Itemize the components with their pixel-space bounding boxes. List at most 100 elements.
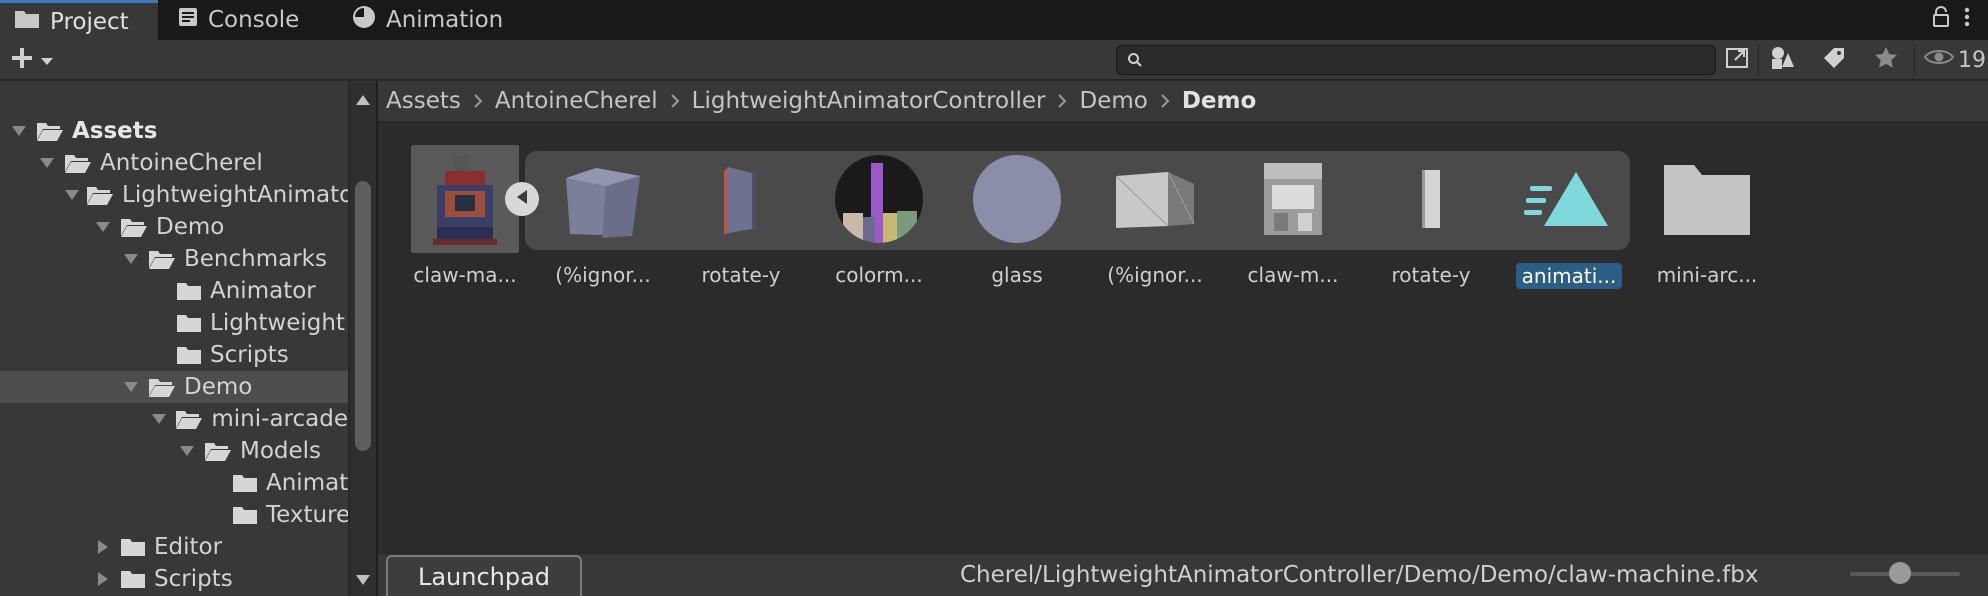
tab-project[interactable]: Project [0,0,158,40]
breadcrumb-item[interactable]: AntoineCherel [495,88,658,114]
window-tab-bar: Project Console Animation [0,0,1988,40]
tree-item-label: Lightweight [210,310,345,336]
project-folder-tree: Assets AntoineCherel LightweightAnimato … [0,81,348,596]
asset-tile[interactable]: claw-m... [1233,145,1353,287]
folder-icon [120,537,146,557]
tab-animation[interactable]: Animation [352,0,522,40]
star-icon [1874,46,1898,74]
tree-item-label: Editor [154,534,223,560]
claw-machine-model-icon [411,145,519,253]
tree-item-label: Models [240,438,322,464]
asset-tile[interactable]: claw-ma... [405,145,525,287]
collapsed-arrow-icon[interactable] [92,536,114,558]
chevron-right-icon [1160,93,1170,109]
expand-arrow-icon[interactable] [148,408,169,430]
more-options-icon[interactable] [1964,6,1970,32]
tree-item-benchmarks[interactable]: Benchmarks [0,243,348,275]
asset-tile[interactable]: rotate-y [681,145,801,287]
tag-icon [1822,46,1846,74]
filter-by-label-button[interactable] [1814,44,1854,76]
asset-label: colorm... [835,263,923,287]
asset-label: rotate-y [701,263,781,287]
tree-scrollbar[interactable] [350,81,376,596]
open-folder-icon [120,216,148,238]
open-folder-icon [148,248,176,270]
search-by-type-button[interactable] [1718,44,1758,76]
plane-mesh-icon [1101,145,1209,253]
plus-icon [10,46,34,74]
tree-item-label: Animati [266,470,348,496]
tree-item-label: LightweightAnimato [122,182,348,208]
tree-item-animations[interactable]: Animati [0,467,348,499]
collapsed-arrow-icon[interactable] [92,568,114,590]
chevron-down-icon [40,51,54,70]
breadcrumb-item[interactable]: LightweightAnimatorController [692,88,1046,114]
tab-console[interactable]: Console [178,0,328,40]
expand-arrow-icon[interactable] [64,184,80,206]
breadcrumb-item[interactable]: Demo [1079,88,1147,114]
tree-item-demo[interactable]: Demo [0,211,348,243]
collapse-prefab-button[interactable] [505,182,539,216]
status-bar: Cherel/LightweightAnimatorController/Dem… [378,553,1988,596]
tree-item-assets[interactable]: Assets [0,115,348,147]
tree-item-scripts-root[interactable]: Scripts [0,563,348,595]
favorites-button[interactable] [1866,44,1906,76]
tree-item-demo-selected[interactable]: Demo [0,371,348,403]
asset-tile[interactable]: rotate-y [1371,145,1491,287]
scroll-up-icon[interactable] [355,91,371,110]
expand-arrow-icon[interactable] [92,216,114,238]
tree-item-lightweightanimato[interactable]: LightweightAnimato [0,179,348,211]
hidden-packages-toggle[interactable]: 19 [1923,44,1986,76]
breadcrumb: Assets AntoineCherel LightweightAnimator… [378,81,1988,122]
clock-icon [352,5,376,35]
shapes-icon [1769,45,1795,75]
launchpad-tab[interactable]: Launchpad [386,555,582,596]
tree-item-mini-arcade[interactable]: mini-arcade [0,403,348,435]
tree-item-editor[interactable]: Editor [0,531,348,563]
expand-arrow-icon[interactable] [120,248,142,270]
scroll-down-icon[interactable] [355,571,371,590]
asset-label: (%ignor... [555,263,651,287]
tree-item-animator[interactable]: Animator [0,275,348,307]
asset-tile[interactable]: colorm... [819,145,939,287]
asset-label: mini-arc... [1656,263,1758,287]
expand-arrow-icon[interactable] [8,120,30,142]
cube-mesh-icon [549,145,657,253]
tree-item-antoinecherel[interactable]: AntoineCherel [0,147,348,179]
tree-item-label: Scripts [154,566,233,592]
tree-item-scripts[interactable]: Scripts [0,339,348,371]
tree-item-models[interactable]: Models [0,435,348,467]
asset-tile-selected[interactable]: animati... [1509,145,1629,289]
expand-arrow-icon[interactable] [176,440,198,462]
expand-arrow-icon[interactable] [36,152,58,174]
tab-label: Animation [386,7,504,33]
create-button[interactable] [10,44,68,76]
zoom-slider-handle[interactable] [1888,562,1911,584]
glass-material-icon [963,145,1071,253]
open-folder-icon [175,408,203,430]
open-folder-icon [148,376,176,398]
search-input[interactable] [1116,45,1716,75]
folder-icon [232,505,258,525]
asset-tile[interactable]: (%ignor... [543,145,663,287]
breadcrumb-item[interactable]: Assets [386,88,461,114]
asset-tile[interactable]: glass [957,145,1077,287]
filter-by-type-button[interactable] [1762,44,1802,76]
asset-tile[interactable]: mini-arc... [1647,145,1767,287]
asset-tile[interactable]: (%ignor... [1095,145,1215,287]
tree-item-lightweight[interactable]: Lightweight [0,307,348,339]
tree-item-textures[interactable]: Texture [0,499,348,531]
lock-icon[interactable] [1932,6,1950,32]
asset-label: claw-ma... [413,263,517,287]
expand-arrow-icon[interactable] [120,376,142,398]
folder-icon [1653,145,1761,253]
chevron-left-icon [515,189,529,209]
scrollbar-thumb[interactable] [355,181,371,451]
asset-label: claw-m... [1247,263,1339,287]
thin-box-mesh-icon [1377,145,1485,253]
folder-icon [176,281,202,301]
open-folder-icon [204,440,232,462]
breadcrumb-current[interactable]: Demo [1182,88,1256,114]
project-toolbar: 19 [0,40,1988,80]
chevron-right-icon [670,93,680,109]
